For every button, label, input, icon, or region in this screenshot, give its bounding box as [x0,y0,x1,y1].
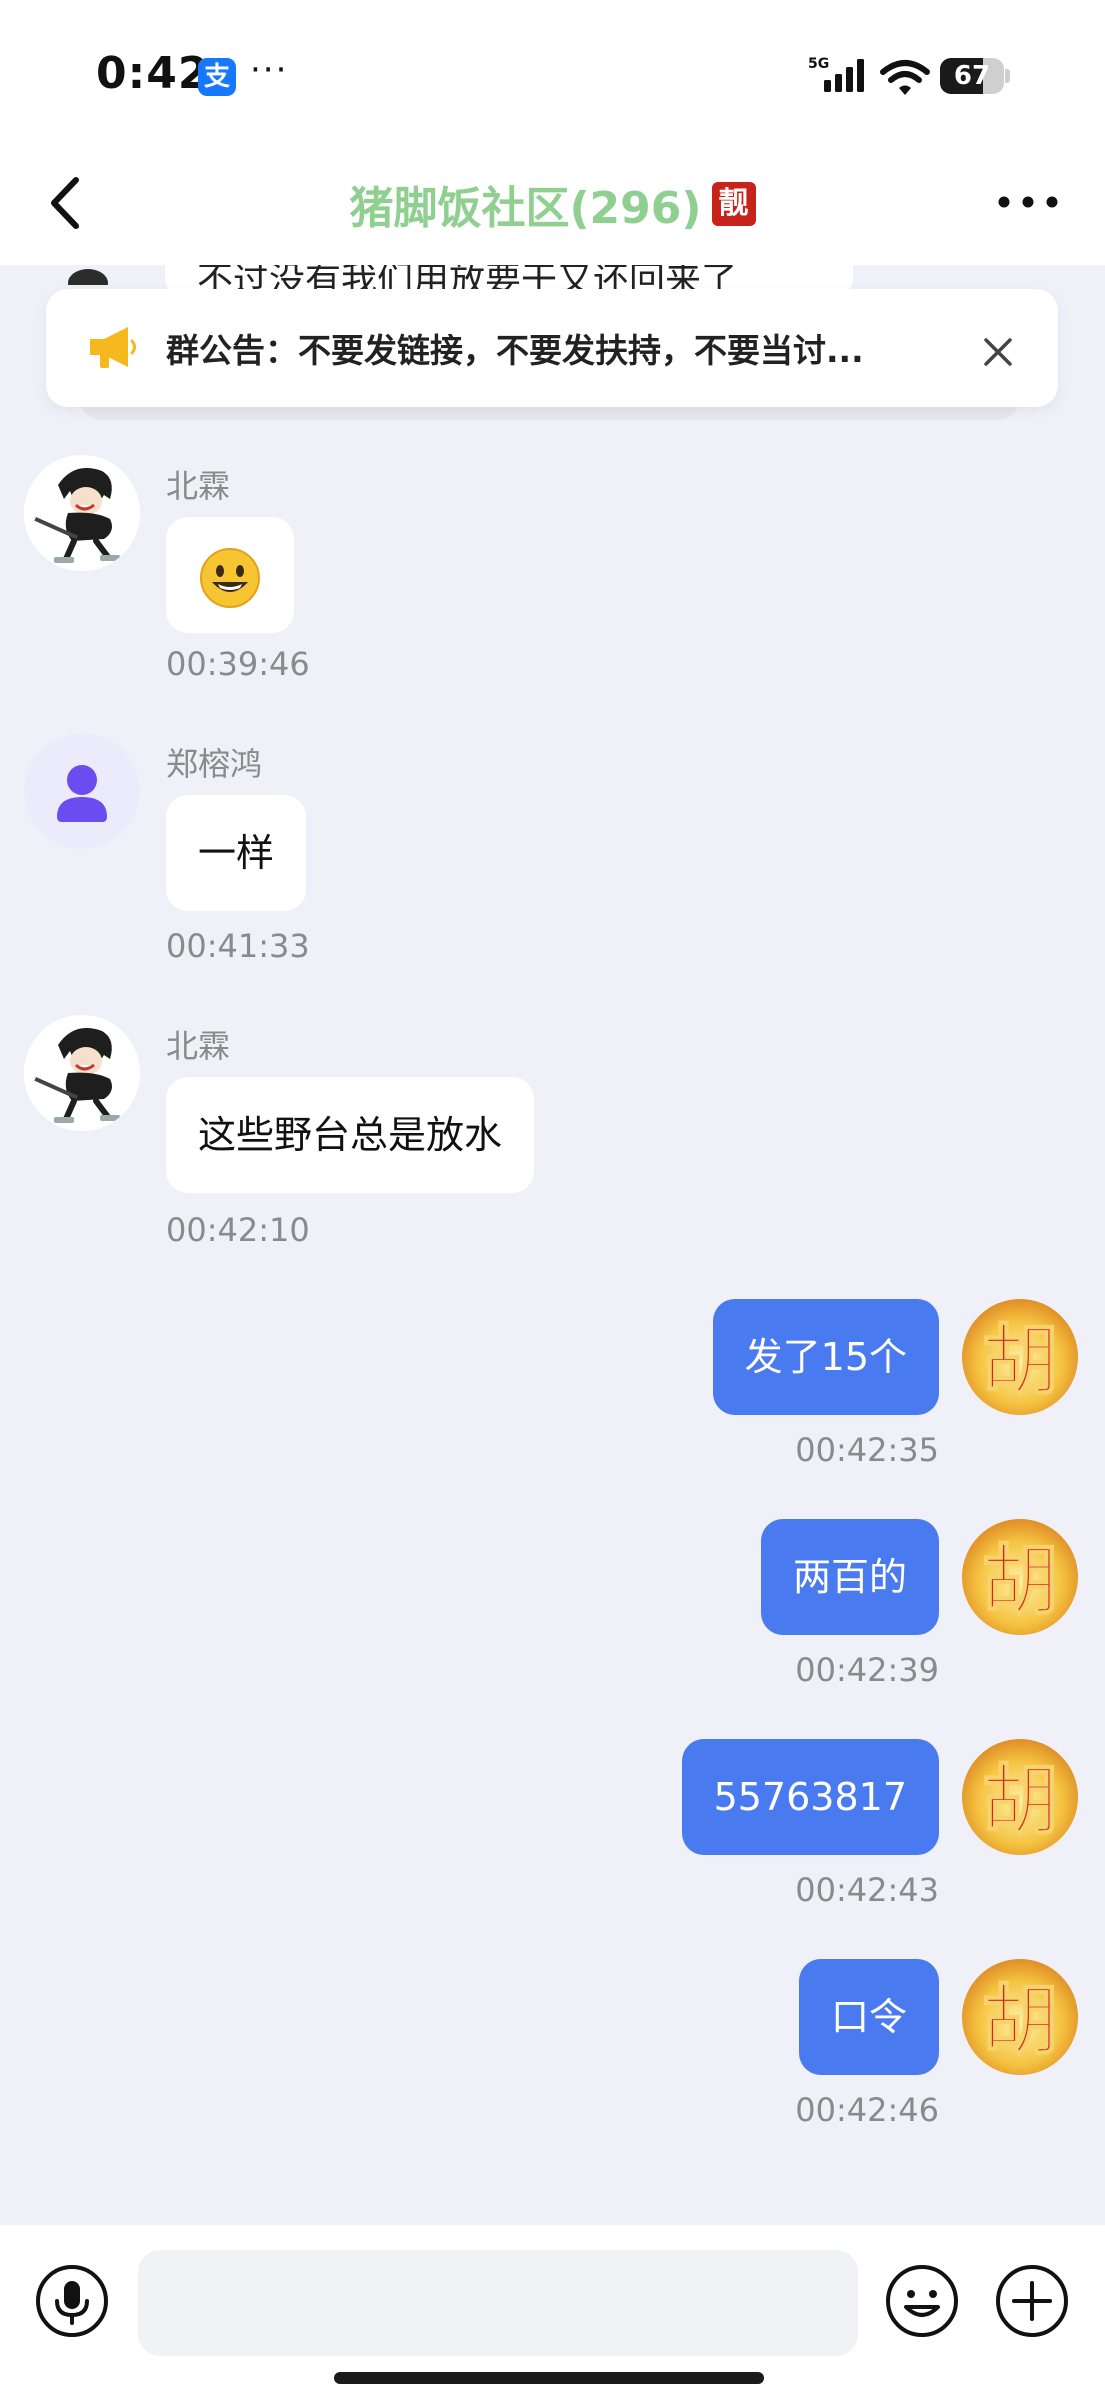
message-list[interactable]: 不过没有我们用放要干又还回来了 北霖 00:39:46 郑榕鸿 一样 00:41… [0,265,1105,2225]
sender-name: 郑榕鸿 [166,745,263,783]
message-time: 00:39:46 [166,645,310,683]
avatar-self-image: 胡 [962,1739,1078,1855]
sender-name: 北霖 [166,1027,231,1065]
message-bubble-self[interactable]: 发了15个 [712,1299,939,1415]
avatar-self-image: 胡 [962,1519,1078,1635]
avatar-self-char: 胡 [982,1536,1058,1625]
status-time: 0:42 [96,48,210,99]
status-more-dots: ··· [250,50,289,90]
status-bar: 0:42 支 ··· 5G 67 [0,0,1105,150]
avatar-beilin[interactable] [24,455,140,571]
avatar-self[interactable]: 胡 [962,1739,1078,1855]
avatar-beilin-image [24,455,140,571]
avatar-beilin-image [24,1015,140,1131]
message-bubble-text[interactable]: 这些野台总是放水 [166,1077,535,1193]
message-time: 00:42:10 [166,1211,310,1249]
title-badge: 靓 [711,182,756,226]
avatar-self-char: 胡 [982,1316,1058,1405]
chat-header: 猪脚饭社区(296) 靓 [0,150,1105,265]
battery-icon: 67 [940,58,1004,94]
cellular-signal-icon: 5G [808,56,864,92]
message-time: 00:42:43 [795,1871,939,1909]
message-time: 00:42:35 [795,1431,939,1469]
battery-cap [1005,69,1010,83]
message-bubble-self[interactable]: 55763817 [681,1739,939,1855]
avatar-self-image: 胡 [962,1299,1078,1415]
avatar-self-image: 胡 [962,1959,1078,2075]
message-bubble-self[interactable]: 口令 [798,1959,939,2075]
avatar-beilin-image [68,269,108,285]
person-icon [57,765,107,822]
message-time: 00:41:33 [166,927,310,965]
more-icon[interactable] [996,190,1060,214]
avatar-beilin[interactable] [24,1015,140,1131]
alipay-icon: 支 [198,58,236,96]
avatar-self[interactable]: 胡 [962,1299,1078,1415]
message-time: 00:42:46 [795,2091,939,2129]
avatar-beilin-partial[interactable] [24,265,140,285]
avatar-zhengronghong[interactable] [24,733,140,849]
battery-level: 67 [953,61,991,91]
group-notice-text: 群公告：不要发链接，不要发扶持，不要当讨... [166,331,864,370]
wifi-icon [880,60,930,95]
avatar-self[interactable]: 胡 [962,1959,1078,2075]
sender-name: 北霖 [166,467,231,505]
megaphone-icon [90,327,136,368]
message-bubble-self[interactable]: 两百的 [760,1519,939,1635]
microphone-icon[interactable] [34,2263,110,2339]
close-icon[interactable] [978,332,1018,372]
home-indicator[interactable] [334,2372,764,2384]
message-time: 00:42:39 [795,1651,939,1689]
plus-icon[interactable] [994,2263,1070,2339]
avatar-self-char: 胡 [982,1976,1058,2065]
network-type: 5G [808,56,829,72]
group-notice-banner[interactable]: 群公告：不要发链接，不要发扶持，不要当讨... [46,289,1058,407]
message-bubble-text[interactable]: 一样 [166,795,307,911]
avatar-self[interactable]: 胡 [962,1519,1078,1635]
chat-title: 猪脚饭社区(296) [349,183,702,234]
chat-title-wrap: 猪脚饭社区(296) 靓 [0,172,1105,236]
message-input[interactable] [138,2250,858,2356]
avatar-self-char: 胡 [982,1756,1058,1845]
emoji-icon[interactable] [884,2263,960,2339]
message-bubble-emoji[interactable] [166,517,294,633]
smiley-emoji-icon [200,547,260,608]
